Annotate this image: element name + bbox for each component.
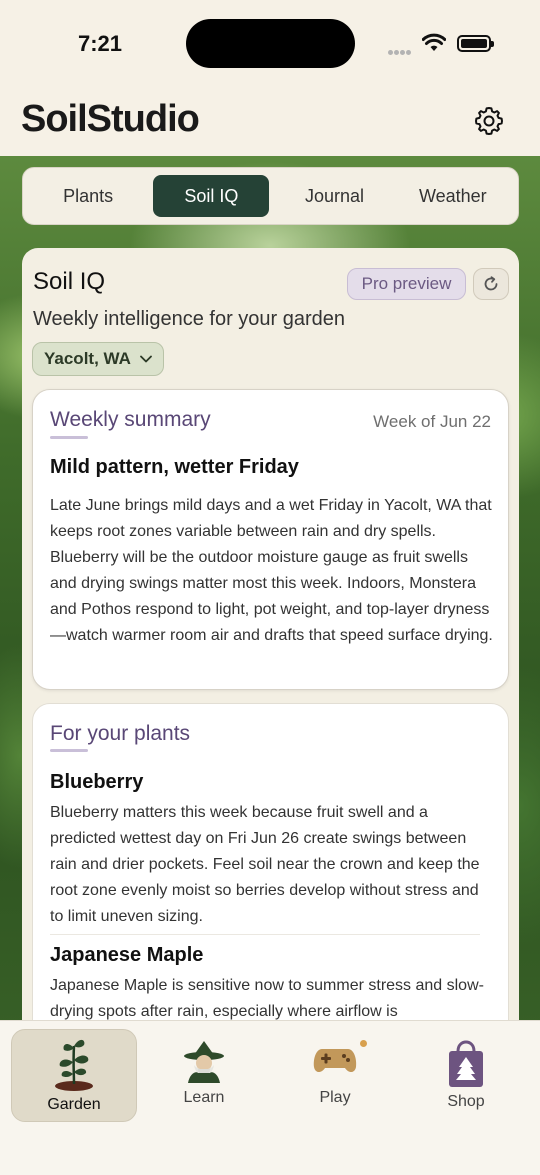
plant-name-japanese-maple: Japanese Maple — [50, 944, 204, 966]
week-label: Week of Jun 22 — [373, 412, 491, 431]
nav-learn[interactable]: Learn — [141, 1029, 267, 1122]
nav-label: Garden — [47, 1096, 101, 1113]
page-title: Soil IQ — [33, 268, 106, 295]
section-underline — [50, 436, 88, 439]
section-title: Weekly summary — [50, 408, 211, 431]
pro-preview-badge[interactable]: Pro preview — [347, 268, 466, 300]
section-underline — [50, 749, 88, 752]
segmented-tabs: Plants Soil IQ Journal Weather — [22, 167, 519, 225]
chevron-down-icon — [140, 355, 152, 363]
dynamic-island — [186, 19, 355, 68]
summary-headline: Mild pattern, wetter Friday — [50, 456, 299, 478]
bottom-navigation: Garden Learn Play Shop — [0, 1020, 540, 1175]
nav-label: Learn — [183, 1089, 225, 1106]
plant-text-japanese-maple: Japanese Maple is sensitive now to summe… — [50, 977, 484, 1020]
tab-plants[interactable]: Plants — [29, 175, 147, 217]
location-label: Yacolt, WA — [44, 349, 131, 368]
location-selector[interactable]: Yacolt, WA — [32, 342, 164, 376]
tab-journal[interactable]: Journal — [275, 175, 393, 217]
nav-shop[interactable]: Shop — [403, 1029, 529, 1122]
sprout-icon — [55, 1039, 93, 1091]
status-bar: 7:21 — [0, 0, 540, 90]
app-header: SoilStudio — [0, 90, 540, 156]
wifi-icon — [422, 33, 446, 51]
tab-weather[interactable]: Weather — [394, 175, 512, 217]
refresh-icon — [484, 276, 498, 291]
for-your-plants-card: For your plants Blueberry Blueberry matt… — [32, 703, 509, 1048]
nav-garden[interactable]: Garden — [11, 1029, 137, 1122]
app-logo: SoilStudio — [21, 98, 200, 140]
shopping-bag-icon — [449, 1040, 483, 1087]
section-title: For your plants — [50, 722, 191, 745]
divider — [50, 934, 480, 935]
settings-gear-icon[interactable] — [473, 105, 505, 137]
nav-label: Shop — [447, 1093, 485, 1110]
battery-icon — [457, 35, 494, 52]
nav-play[interactable]: Play — [272, 1029, 398, 1122]
nav-label: Play — [319, 1089, 351, 1106]
plant-text-blueberry: Blueberry matters this week because frui… — [50, 804, 480, 925]
summary-body: Late June brings mild days and a wet Fri… — [50, 497, 493, 644]
weekly-summary-card: Weekly summary Week of Jun 22 Mild patte… — [32, 389, 509, 690]
page-subtitle: Weekly intelligence for your garden — [33, 308, 346, 330]
tab-soil-iq[interactable]: Soil IQ — [153, 175, 270, 217]
refresh-button[interactable] — [473, 268, 509, 300]
gamepad-icon — [313, 1049, 357, 1073]
wizard-icon — [184, 1041, 224, 1083]
status-time: 7:21 — [78, 31, 123, 56]
notification-dot — [360, 1040, 367, 1047]
signal-icon — [388, 42, 412, 60]
plant-name-blueberry: Blueberry — [50, 771, 144, 793]
soil-iq-card: Soil IQ Pro preview Weekly intelligence … — [22, 248, 519, 1048]
